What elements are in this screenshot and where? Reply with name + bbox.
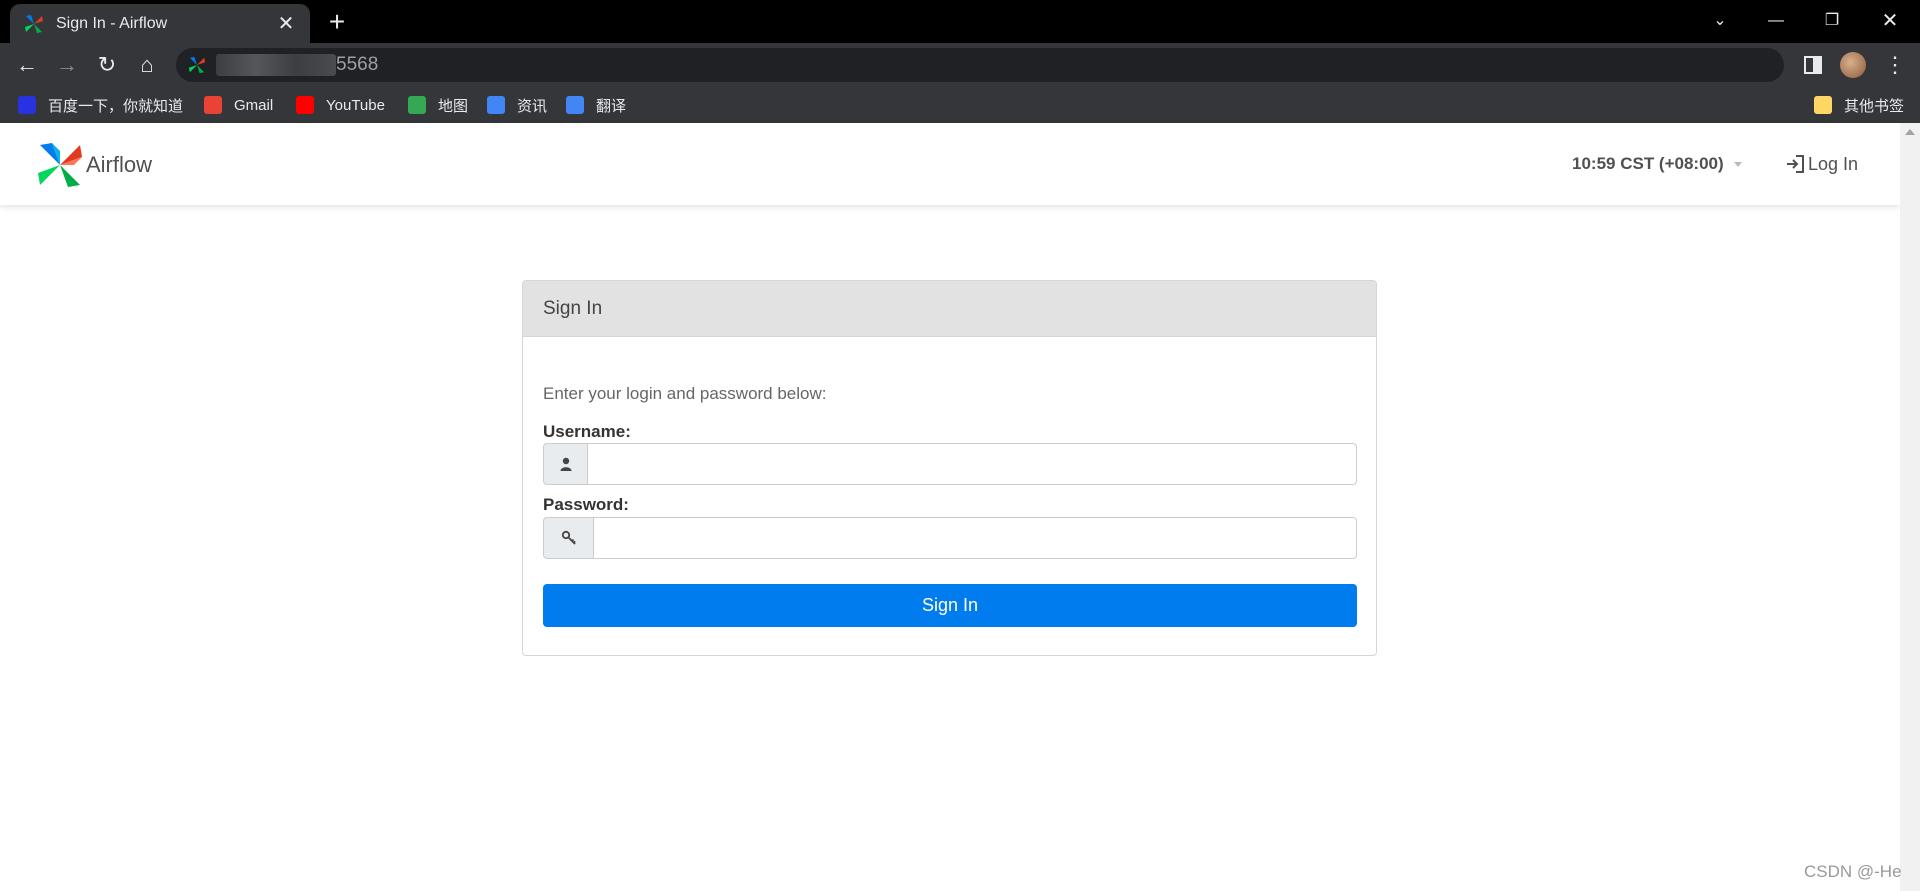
redacted-url-blur xyxy=(216,54,336,76)
bookmarks-bar: 百度一下，你就知道 Gmail YouTube 地图 资讯 翻译 其他书签 xyxy=(0,87,1920,123)
address-bar[interactable]: 5568 xyxy=(176,48,1784,82)
close-tab-icon[interactable]: ✕ xyxy=(276,14,296,34)
password-input[interactable] xyxy=(593,517,1357,559)
browser-tabstrip: Sign In - Airflow ✕ + ⌄ — ❐ ✕ xyxy=(0,0,1920,43)
bookmark-label: 百度一下，你就知道 xyxy=(48,97,184,115)
user-icon xyxy=(543,443,587,485)
other-bookmarks-folder[interactable]: 其他书签 xyxy=(1814,94,1904,116)
username-input-group xyxy=(543,443,1357,485)
airflow-navbar: Airflow 10:59 CST (+08:00) Log In xyxy=(0,123,1900,205)
bookmark-label: 翻译 xyxy=(596,97,627,115)
username-input[interactable] xyxy=(587,443,1357,485)
login-label: Log In xyxy=(1808,153,1859,174)
bookmark-label: YouTube xyxy=(326,96,385,114)
password-input-group xyxy=(543,517,1357,559)
airflow-logo-icon xyxy=(38,143,82,187)
password-label: Password: xyxy=(543,495,629,514)
new-tab-button[interactable]: + xyxy=(322,8,352,38)
sign-in-button[interactable]: Sign In xyxy=(543,584,1357,627)
bookmark-youtube[interactable]: YouTube xyxy=(296,94,385,116)
folder-icon xyxy=(1814,96,1832,114)
minimize-window-icon[interactable]: — xyxy=(1756,6,1796,36)
watermark-text: CSDN @-He xyxy=(1804,862,1902,881)
airflow-page: Airflow 10:59 CST (+08:00) Log In Sign I… xyxy=(0,123,1900,891)
bookmark-label: 资讯 xyxy=(517,97,548,115)
url-text: 5568 xyxy=(336,54,379,75)
scroll-up-arrow-icon[interactable] xyxy=(1905,129,1915,135)
signin-panel: Sign In Enter your login and password be… xyxy=(522,280,1377,656)
timezone-clock-dropdown[interactable]: 10:59 CST (+08:00) xyxy=(1572,154,1742,174)
bookmark-news[interactable]: 资讯 xyxy=(487,94,547,116)
bookmark-translate[interactable]: 翻译 xyxy=(566,94,626,116)
restore-window-icon[interactable]: ❐ xyxy=(1812,6,1852,36)
back-arrow-icon[interactable]: ← xyxy=(12,50,42,80)
youtube-icon xyxy=(296,96,314,114)
kebab-menu-icon[interactable]: ⋮ xyxy=(1880,50,1910,80)
bookmark-label: 其他书签 xyxy=(1844,97,1905,115)
browser-toolbar: ← → ↻ ⌂ 5568 ⋮ xyxy=(0,43,1920,87)
caret-down-icon xyxy=(1733,162,1742,168)
bookmark-maps[interactable]: 地图 xyxy=(408,94,468,116)
forward-arrow-icon[interactable]: → xyxy=(52,50,82,80)
profile-avatar[interactable] xyxy=(1840,52,1866,78)
news-icon xyxy=(487,96,505,114)
browser-tab-active[interactable]: Sign In - Airflow ✕ xyxy=(10,4,310,43)
side-panel-icon[interactable] xyxy=(1800,52,1826,78)
home-icon[interactable]: ⌂ xyxy=(132,50,162,80)
bookmark-gmail[interactable]: Gmail xyxy=(204,94,273,116)
gmail-icon xyxy=(204,96,222,114)
bookmark-label: Gmail xyxy=(234,96,274,114)
key-icon xyxy=(543,517,593,559)
page-scrollbar[interactable] xyxy=(1900,123,1920,891)
sign-in-icon xyxy=(1787,155,1804,173)
reload-icon[interactable]: ↻ xyxy=(92,50,122,80)
close-window-icon[interactable]: ✕ xyxy=(1870,6,1910,36)
baidu-icon xyxy=(18,96,36,114)
airflow-brand-text: Airflow xyxy=(86,152,153,177)
airflow-brand-link[interactable]: Airflow xyxy=(36,141,152,189)
login-link[interactable]: Log In xyxy=(1784,153,1858,175)
translate-icon xyxy=(566,96,584,114)
airflow-favicon-icon xyxy=(188,56,206,74)
bookmark-baidu[interactable]: 百度一下，你就知道 xyxy=(18,94,183,116)
signin-instructions: Enter your login and password below: xyxy=(543,384,827,403)
tab-title: Sign In - Airflow xyxy=(56,14,168,32)
clock-text: 10:59 CST (+08:00) xyxy=(1572,154,1724,173)
signin-panel-heading: Sign In xyxy=(523,281,1376,337)
tab-search-chevron-icon[interactable]: ⌄ xyxy=(1700,6,1740,36)
airflow-favicon-icon xyxy=(25,14,43,33)
username-label: Username: xyxy=(543,422,631,441)
maps-icon xyxy=(408,96,426,114)
bookmark-label: 地图 xyxy=(438,97,469,115)
